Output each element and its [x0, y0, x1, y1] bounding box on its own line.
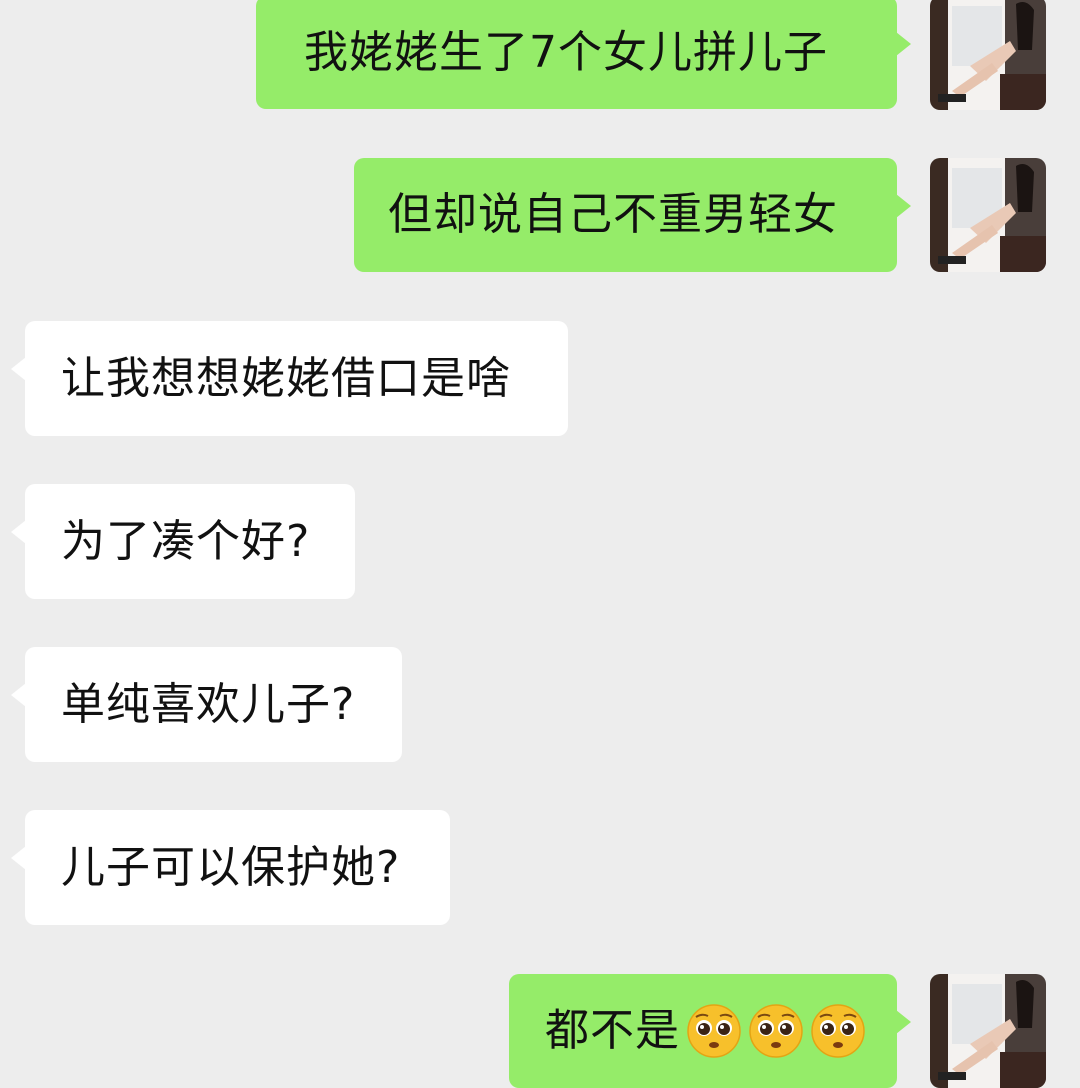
avatar-photo-icon — [930, 158, 1046, 272]
pleading-face-icon — [810, 1003, 866, 1059]
message-text: 让我想想姥姥借口是啥 — [61, 352, 511, 404]
message-bubble-sent[interactable]: 我姥姥生了7个女儿拼儿子 — [256, 0, 911, 109]
message-bubble-sent[interactable]: 但却说自己不重男轻女 — [354, 158, 911, 272]
message-text: 为了凑个好? — [61, 515, 311, 567]
bubble-tail — [11, 846, 26, 870]
message-bubble-received[interactable]: 单纯喜欢儿子? — [11, 647, 402, 762]
bubble-tail — [11, 683, 26, 707]
message-bubble-received[interactable]: 儿子可以保护她? — [11, 810, 450, 925]
bubble-tail — [896, 32, 911, 56]
user-avatar[interactable] — [930, 974, 1046, 1088]
bubble-tail — [896, 194, 911, 218]
message-text: 单纯喜欢儿子? — [61, 678, 356, 730]
user-avatar[interactable] — [930, 158, 1046, 272]
message-bubble-sent[interactable]: 都不是 — [509, 974, 911, 1088]
bubble-tail — [11, 520, 26, 544]
message-text: 但却说自己不重男轻女 — [388, 189, 838, 240]
bubble-tail — [896, 1010, 911, 1034]
avatar-photo-icon — [930, 974, 1046, 1088]
user-avatar[interactable] — [930, 0, 1046, 110]
message-bubble-received[interactable]: 为了凑个好? — [11, 484, 355, 599]
message-text: 我姥姥生了7个女儿拼儿子 — [304, 26, 828, 78]
message-bubble-received[interactable]: 让我想想姥姥借口是啥 — [11, 321, 568, 436]
bubble-tail — [11, 357, 26, 381]
pleading-face-icon — [748, 1003, 804, 1059]
pleading-face-icon — [686, 1003, 742, 1059]
avatar-photo-icon — [930, 0, 1046, 110]
message-text: 儿子可以保护她? — [61, 841, 401, 893]
message-text: 都不是 — [545, 1005, 680, 1056]
